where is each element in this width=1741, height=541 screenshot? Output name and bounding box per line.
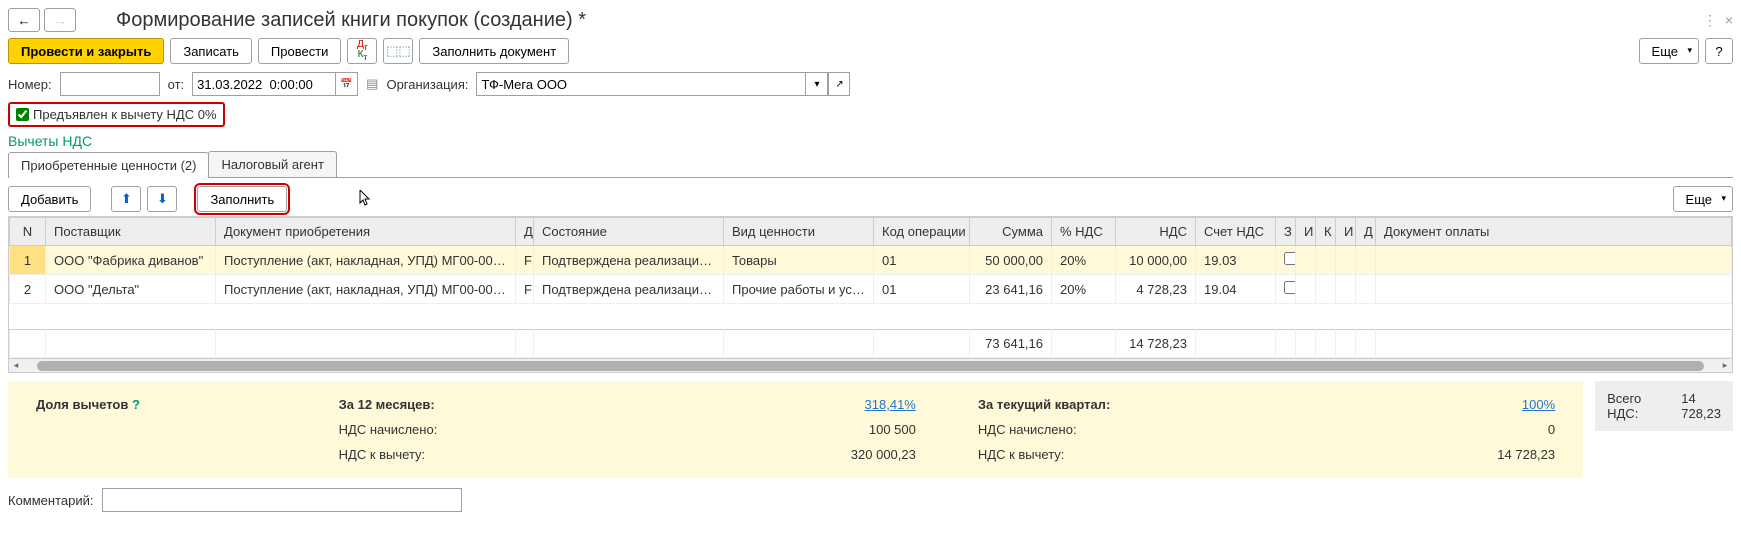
col-vatpct[interactable]: % НДС — [1052, 218, 1116, 246]
cursor-icon — [359, 190, 373, 208]
col-vatacc[interactable]: Счет НДС — [1196, 218, 1276, 246]
move-down-button[interactable]: ⬇ — [147, 186, 177, 212]
table-empty-row — [10, 304, 1732, 330]
deduction-year-deduct: 320 000,23 — [629, 445, 928, 464]
save-button[interactable]: Записать — [170, 38, 252, 64]
col-n[interactable]: N — [10, 218, 46, 246]
org-open-button[interactable]: ↗ — [828, 72, 850, 96]
number-input[interactable] — [60, 72, 160, 96]
col-supplier[interactable]: Поставщик — [46, 218, 216, 246]
org-input[interactable] — [476, 72, 806, 96]
date-picker-button[interactable]: 📅 — [336, 72, 358, 96]
calendar-icon: 📅 — [340, 79, 352, 90]
deduction-share-label: Доля вычетов — [36, 397, 128, 412]
col-pay[interactable]: Документ оплаты — [1376, 218, 1732, 246]
scroll-left-icon[interactable]: ◂ — [9, 359, 23, 373]
add-row-button[interactable]: Добавить — [8, 186, 91, 212]
total-vat-panel: Всего НДС: 14 728,23 — [1595, 381, 1733, 431]
total-vat-value: 14 728,23 — [1681, 391, 1721, 421]
table-row[interactable]: 1 ООО "Фабрика диванов" Поступление (акт… — [10, 246, 1732, 275]
col-vat[interactable]: НДС — [1116, 218, 1196, 246]
window-menu-icon[interactable]: ⋮ — [1703, 12, 1717, 29]
deduction-quarter-deduct: 14 728,23 — [1269, 445, 1568, 464]
col-c4[interactable]: И — [1336, 218, 1356, 246]
post-and-close-button[interactable]: Провести и закрыть — [8, 38, 164, 64]
arrow-up-icon: ⬆ — [121, 191, 132, 207]
tab-tax-agent[interactable]: Налоговый агент — [208, 151, 336, 177]
row-check[interactable] — [1284, 281, 1296, 294]
page-title: Формирование записей книги покупок (созд… — [116, 9, 1699, 32]
fill-document-button[interactable]: Заполнить документ — [419, 38, 569, 64]
fill-table-button[interactable]: Заполнить — [197, 186, 287, 212]
vat-zero-label: Предъявлен к вычету НДС 0% — [33, 107, 217, 122]
doc-stamp-icon: ▤ — [366, 76, 378, 92]
col-sum[interactable]: Сумма — [970, 218, 1052, 246]
deduction-year-accrued: 100 500 — [629, 420, 928, 439]
deduction-accrued-label-q: НДС начислено: — [966, 420, 1265, 439]
deduction-year-pct[interactable]: 318,41% — [865, 397, 916, 412]
deduction-help-icon[interactable]: ? — [132, 397, 140, 412]
col-c1[interactable]: З — [1276, 218, 1296, 246]
col-c5[interactable]: Д — [1356, 218, 1376, 246]
vat-zero-checkbox-row[interactable]: Предъявлен к вычету НДС 0% — [8, 102, 225, 127]
post-button[interactable]: Провести — [258, 38, 342, 64]
row-check[interactable] — [1284, 252, 1296, 265]
number-label: Номер: — [8, 77, 52, 92]
deduction-quarter-label: За текущий квартал: — [966, 395, 1265, 414]
col-doc[interactable]: Документ приобретения — [216, 218, 516, 246]
from-label: от: — [168, 77, 185, 92]
vat-zero-checkbox[interactable] — [16, 108, 29, 121]
horizontal-scrollbar[interactable]: ◂ ▸ — [9, 358, 1732, 372]
table-more-button[interactable]: Еще — [1673, 186, 1733, 212]
nav-forward-button[interactable]: → — [44, 8, 76, 32]
deduction-panel: Доля вычетов ? За 12 месяцев: 318,41% За… — [8, 381, 1583, 478]
related-docs-button[interactable]: ⬚⬚ — [383, 38, 413, 64]
data-table: N Поставщик Документ приобретения Д Сост… — [8, 216, 1733, 373]
date-input[interactable] — [192, 72, 336, 96]
deduction-quarter-accrued: 0 — [1269, 420, 1568, 439]
section-title: Вычеты НДС — [8, 133, 1733, 149]
deduction-year-label: За 12 месяцев: — [327, 395, 626, 414]
col-state[interactable]: Состояние — [534, 218, 724, 246]
tab-acquired-values[interactable]: Приобретенные ценности (2) — [8, 152, 209, 178]
link-tree-icon: ⬚⬚ — [386, 43, 411, 59]
deduction-accrued-label-y: НДС начислено: — [327, 420, 626, 439]
move-up-button[interactable]: ⬆ — [111, 186, 141, 212]
col-d[interactable]: Д — [516, 218, 534, 246]
deduction-deduct-label-y: НДС к вычету: — [327, 445, 626, 464]
table-row[interactable]: 2 ООО "Дельта" Поступление (акт, накладн… — [10, 275, 1732, 304]
help-button[interactable]: ? — [1705, 38, 1733, 64]
arrow-down-icon: ⬇ — [157, 191, 168, 207]
nav-back-button[interactable]: ← — [8, 8, 40, 32]
table-totals-row: 73 641,16 14 728,23 — [10, 330, 1732, 358]
col-c3[interactable]: К — [1316, 218, 1336, 246]
comment-label: Комментарий: — [8, 493, 94, 508]
debit-credit-button[interactable]: ДтКт — [347, 38, 377, 64]
deduction-deduct-label-q: НДС к вычету: — [966, 445, 1265, 464]
col-opcode[interactable]: Код операции — [874, 218, 970, 246]
col-c2[interactable]: И — [1296, 218, 1316, 246]
org-label: Организация: — [386, 77, 468, 92]
more-button[interactable]: Еще — [1639, 38, 1699, 64]
total-vat-label: Всего НДС: — [1607, 391, 1641, 421]
org-dropdown-button[interactable]: ▾ — [806, 72, 828, 96]
deduction-quarter-pct[interactable]: 100% — [1522, 397, 1555, 412]
window-close-icon[interactable]: × — [1725, 12, 1733, 29]
col-kind[interactable]: Вид ценности — [724, 218, 874, 246]
scroll-right-icon[interactable]: ▸ — [1718, 359, 1732, 373]
comment-input[interactable] — [102, 488, 462, 512]
